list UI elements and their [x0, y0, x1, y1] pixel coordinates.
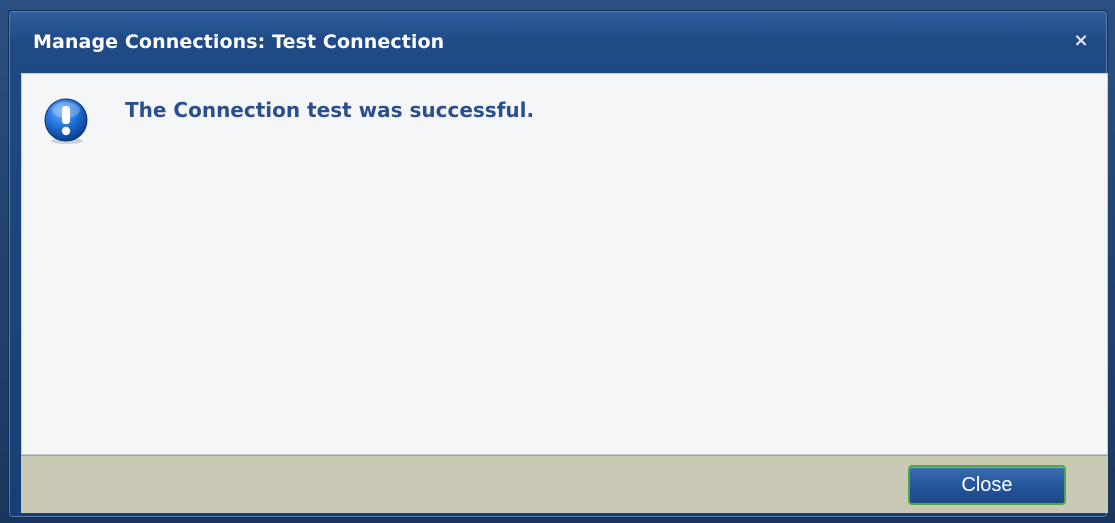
test-connection-dialog: Manage Connections: Test Connection × Th… — [8, 10, 1108, 518]
dialog-footer: Close — [21, 455, 1108, 513]
close-icon[interactable]: × — [1071, 31, 1091, 51]
status-message: The Connection test was successful. — [125, 98, 535, 122]
close-button[interactable]: Close — [908, 465, 1066, 505]
dialog-content: The Connection test was successful. — [21, 73, 1108, 455]
dialog-titlebar: Manage Connections: Test Connection × — [9, 11, 1107, 73]
dialog-title: Manage Connections: Test Connection — [33, 31, 445, 53]
info-exclamation-icon — [44, 98, 88, 144]
